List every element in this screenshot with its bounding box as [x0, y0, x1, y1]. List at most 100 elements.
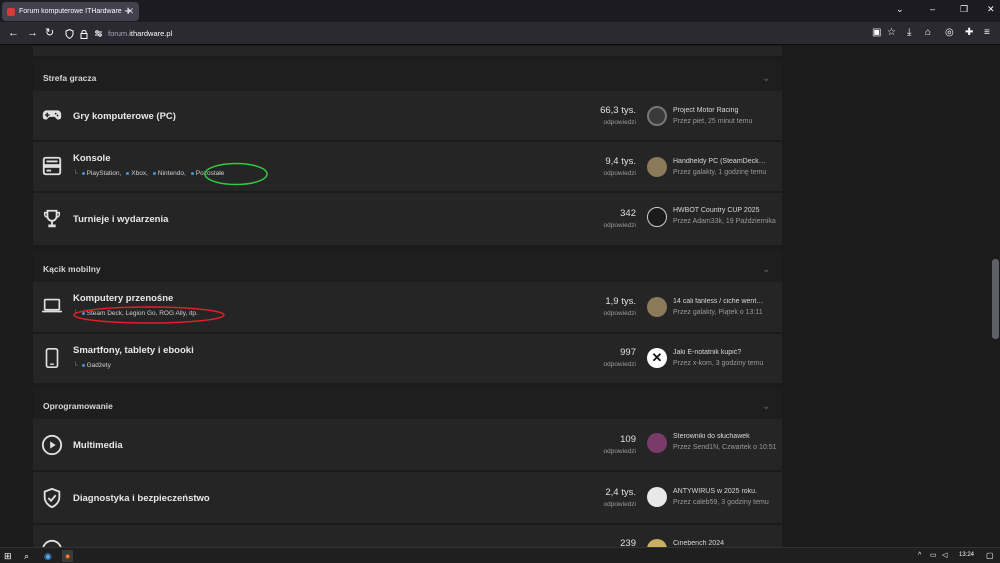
avatar[interactable] — [647, 106, 667, 126]
count-label: odpowiedzi — [603, 170, 636, 177]
count-value: 342 — [620, 208, 636, 219]
subforum-link[interactable]: Xbox, — [131, 170, 148, 177]
forum-title[interactable]: Smartfony, tablety i ebooki — [73, 345, 194, 356]
count-label: odpowiedzi — [603, 501, 636, 508]
forum-row[interactable]: Smartfony, tablety i ebooki └ Gadżety 99… — [33, 334, 782, 384]
browser-tab-strip: Forum komputerowe ITHardware ✕ + ⌄ – ❐ ✕ — [0, 0, 1000, 22]
last-post-title[interactable]: 14 cali fanless / ciche went… — [673, 298, 778, 305]
count-label: odpowiedzi — [603, 310, 636, 317]
last-post: 14 cali fanless / ciche went… Przez gala… — [673, 298, 778, 318]
subforum-list: └ Gadżety — [73, 362, 111, 369]
tray-chevron-icon[interactable]: ^ — [918, 550, 921, 562]
avatar[interactable] — [647, 207, 667, 227]
search-icon[interactable]: ⌕ — [24, 550, 29, 562]
reader-view-icon[interactable]: ▣ — [872, 27, 881, 39]
last-post-meta: Przez galakty, Piątek o 13:11 — [673, 309, 763, 316]
bookmark-star-icon[interactable]: ☆ — [887, 27, 896, 39]
forum-title[interactable]: Komputery przenośne — [73, 293, 173, 304]
laptop-icon — [41, 298, 63, 313]
browser-tab[interactable]: Forum komputerowe ITHardware ✕ — [2, 2, 139, 21]
home-icon[interactable]: ⌂ — [925, 27, 931, 39]
forum-row[interactable]: Konsole └ PlayStation, Xbox, Nintendo, P… — [33, 142, 782, 192]
count-value: 9,4 tys. — [605, 156, 636, 167]
last-post-meta: Przez piet, 25 minut temu — [673, 118, 753, 125]
subforum-link[interactable]: Nintendo, — [158, 170, 186, 177]
last-post-title[interactable]: Cinebench 2024 — [673, 540, 778, 547]
forward-icon[interactable]: → — [27, 27, 38, 39]
avatar[interactable] — [647, 297, 667, 317]
firefox-icon[interactable]: ● — [62, 550, 74, 562]
last-post-title[interactable]: Handheldy PC (SteamDeck… — [673, 158, 778, 165]
close-window-icon[interactable]: ✕ — [987, 4, 995, 15]
chevron-down-icon[interactable]: ⌄ — [762, 73, 770, 84]
navigation-bar: ← → ↻ forum. ithardware.pl ▣ ☆ ⤓ ⌂ ◎ ✚ ≡ — [0, 22, 1000, 45]
elbow-icon: └ — [73, 362, 78, 369]
last-post-title[interactable]: Sterowniki do słuchawek — [673, 433, 778, 440]
count-value: 109 — [620, 434, 636, 445]
last-post-title[interactable]: Project Motor Racing — [673, 107, 778, 114]
play-icon — [41, 434, 63, 456]
last-post-title[interactable]: HWBOT Country CUP 2025 — [673, 207, 778, 214]
new-tab-button[interactable]: + — [121, 3, 135, 19]
last-post: HWBOT Country CUP 2025 Przez Adam33k, 19… — [673, 207, 778, 227]
downloads-icon[interactable]: ⤓ — [907, 27, 911, 39]
url-bar[interactable]: forum. ithardware.pl — [60, 25, 864, 42]
forum-row[interactable]: Turnieje i wydarzenia 342 odpowiedzi HWB… — [33, 193, 782, 246]
avatar[interactable] — [647, 157, 667, 177]
count-value: 239 — [620, 538, 636, 547]
reply-count: 342 odpowiedzi — [603, 208, 636, 229]
volume-icon[interactable]: ◁ — [942, 550, 947, 562]
chevron-down-icon[interactable]: ⌄ — [762, 401, 770, 412]
avatar[interactable] — [647, 539, 667, 547]
forum-title[interactable]: Gry komputerowe (PC) — [73, 111, 176, 122]
forum-title[interactable]: Multimedia — [73, 440, 123, 451]
reply-count: 997 odpowiedzi — [603, 347, 636, 368]
count-label: odpowiedzi — [603, 361, 636, 368]
account-icon[interactable]: ◎ — [945, 27, 954, 39]
last-post-title[interactable]: Jaki E-notatnik kupić? — [673, 349, 778, 356]
reply-count: 109 odpowiedzi — [603, 434, 636, 455]
chevron-down-icon[interactable]: ⌄ — [762, 264, 770, 275]
subforum-link[interactable]: Gadżety — [87, 362, 111, 369]
minimize-icon[interactable]: – — [930, 4, 935, 14]
notifications-icon[interactable]: ▢ — [986, 550, 994, 562]
menu-icon[interactable]: ≡ — [984, 27, 990, 39]
scrollbar-thumb[interactable] — [992, 259, 999, 339]
shield-icon — [65, 28, 74, 39]
reply-count: 2,4 tys. odpowiedzi — [603, 487, 636, 508]
forum-row[interactable]: 239 Cinebench 2024 — [33, 525, 782, 547]
windows-start-icon[interactable]: ⊞ — [4, 550, 12, 562]
reply-count: 66,3 tys. odpowiedzi — [600, 105, 636, 126]
forum-row[interactable]: Multimedia 109 odpowiedzi Sterowniki do … — [33, 419, 782, 471]
back-icon[interactable]: ← — [8, 27, 19, 39]
smartphone-icon — [45, 348, 59, 368]
network-icon[interactable]: ▭ — [930, 550, 937, 562]
forum-row[interactable]: Diagnostyka i bezpieczeństwo 2,4 tys. od… — [33, 472, 782, 524]
tab-list-icon[interactable]: ⌄ — [896, 4, 904, 15]
subforum-link[interactable]: PlayStation, — [87, 170, 122, 177]
elbow-icon: └ — [73, 170, 78, 177]
forum-row[interactable]: Komputery przenośne └ Steam Deck, Legion… — [33, 282, 782, 333]
avatar[interactable] — [647, 487, 667, 507]
scrollbar[interactable] — [992, 46, 1000, 547]
app-icon[interactable]: ◉ — [44, 550, 52, 562]
subforum-list: └ PlayStation, Xbox, Nintendo, Pozostałe — [73, 170, 224, 177]
last-post-meta: Przez Send1N, Czwartek o 10:51 — [673, 444, 777, 451]
red-annotation-circle — [73, 306, 225, 324]
forum-title[interactable]: Diagnostyka i bezpieczeństwo — [73, 493, 210, 504]
forum-title[interactable]: Turnieje i wydarzenia — [73, 214, 168, 225]
maximize-icon[interactable]: ❐ — [960, 4, 968, 15]
avatar[interactable] — [647, 433, 667, 453]
subforum-dot — [81, 172, 85, 175]
avatar[interactable]: ✕ — [647, 348, 667, 368]
last-post-meta: Przez x-kom, 3 godziny temu — [673, 360, 764, 367]
reload-icon[interactable]: ↻ — [45, 27, 54, 39]
extensions-icon[interactable]: ✚ — [965, 27, 973, 39]
clock[interactable]: 13:24 — [959, 552, 974, 558]
last-post-title[interactable]: ANTYWIRUS w 2025 roku. — [673, 488, 778, 495]
row-top-edge — [33, 46, 782, 56]
trophy-icon — [43, 209, 61, 228]
forum-row[interactable]: Gry komputerowe (PC) 66,3 tys. odpowiedz… — [33, 91, 782, 141]
last-post: Handheldy PC (SteamDeck… Przez galakty, … — [673, 158, 778, 178]
forum-title[interactable]: Konsole — [73, 153, 110, 164]
